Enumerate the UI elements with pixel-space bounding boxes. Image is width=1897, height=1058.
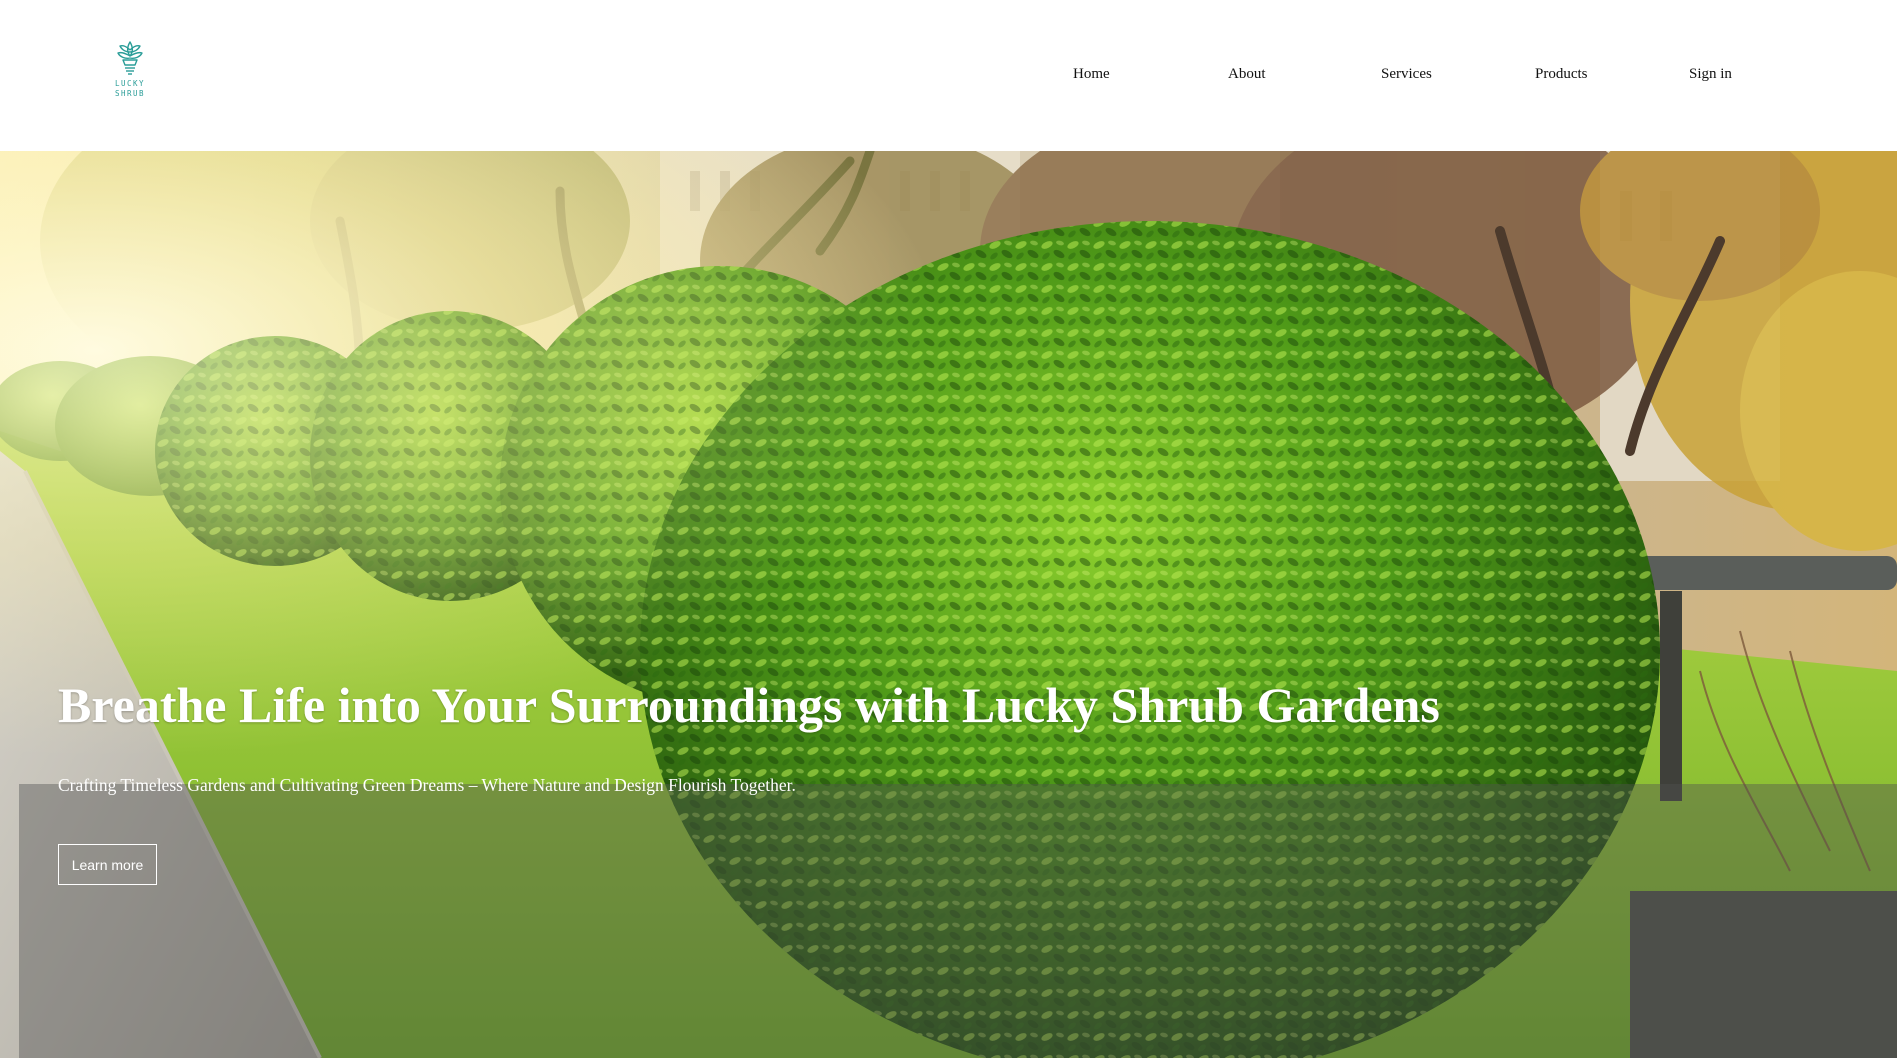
hero-subtitle: Crafting Timeless Gardens and Cultivatin… [58,775,796,795]
nav-sign-in[interactable]: Sign in [1689,66,1732,83]
hero-section [0,151,1897,1058]
site-header: LUCKY SHRUB Home About Services Products… [0,0,1897,151]
lucky-shrub-logo[interactable]: LUCKY SHRUB [110,40,150,110]
nav-products[interactable]: Products [1535,66,1588,83]
logo-text-line1: LUCKY [114,79,146,88]
nav-services[interactable]: Services [1381,66,1432,83]
nav-about[interactable]: About [1228,66,1266,83]
learn-more-button[interactable]: Learn more [58,844,157,885]
nav-home[interactable]: Home [1073,66,1110,83]
hero-text-overlay [19,784,1897,1058]
hero-title: Breathe Life into Your Surroundings with… [58,677,1440,733]
logo-text-line2: SHRUB [114,89,146,98]
plant-icon [117,41,143,75]
